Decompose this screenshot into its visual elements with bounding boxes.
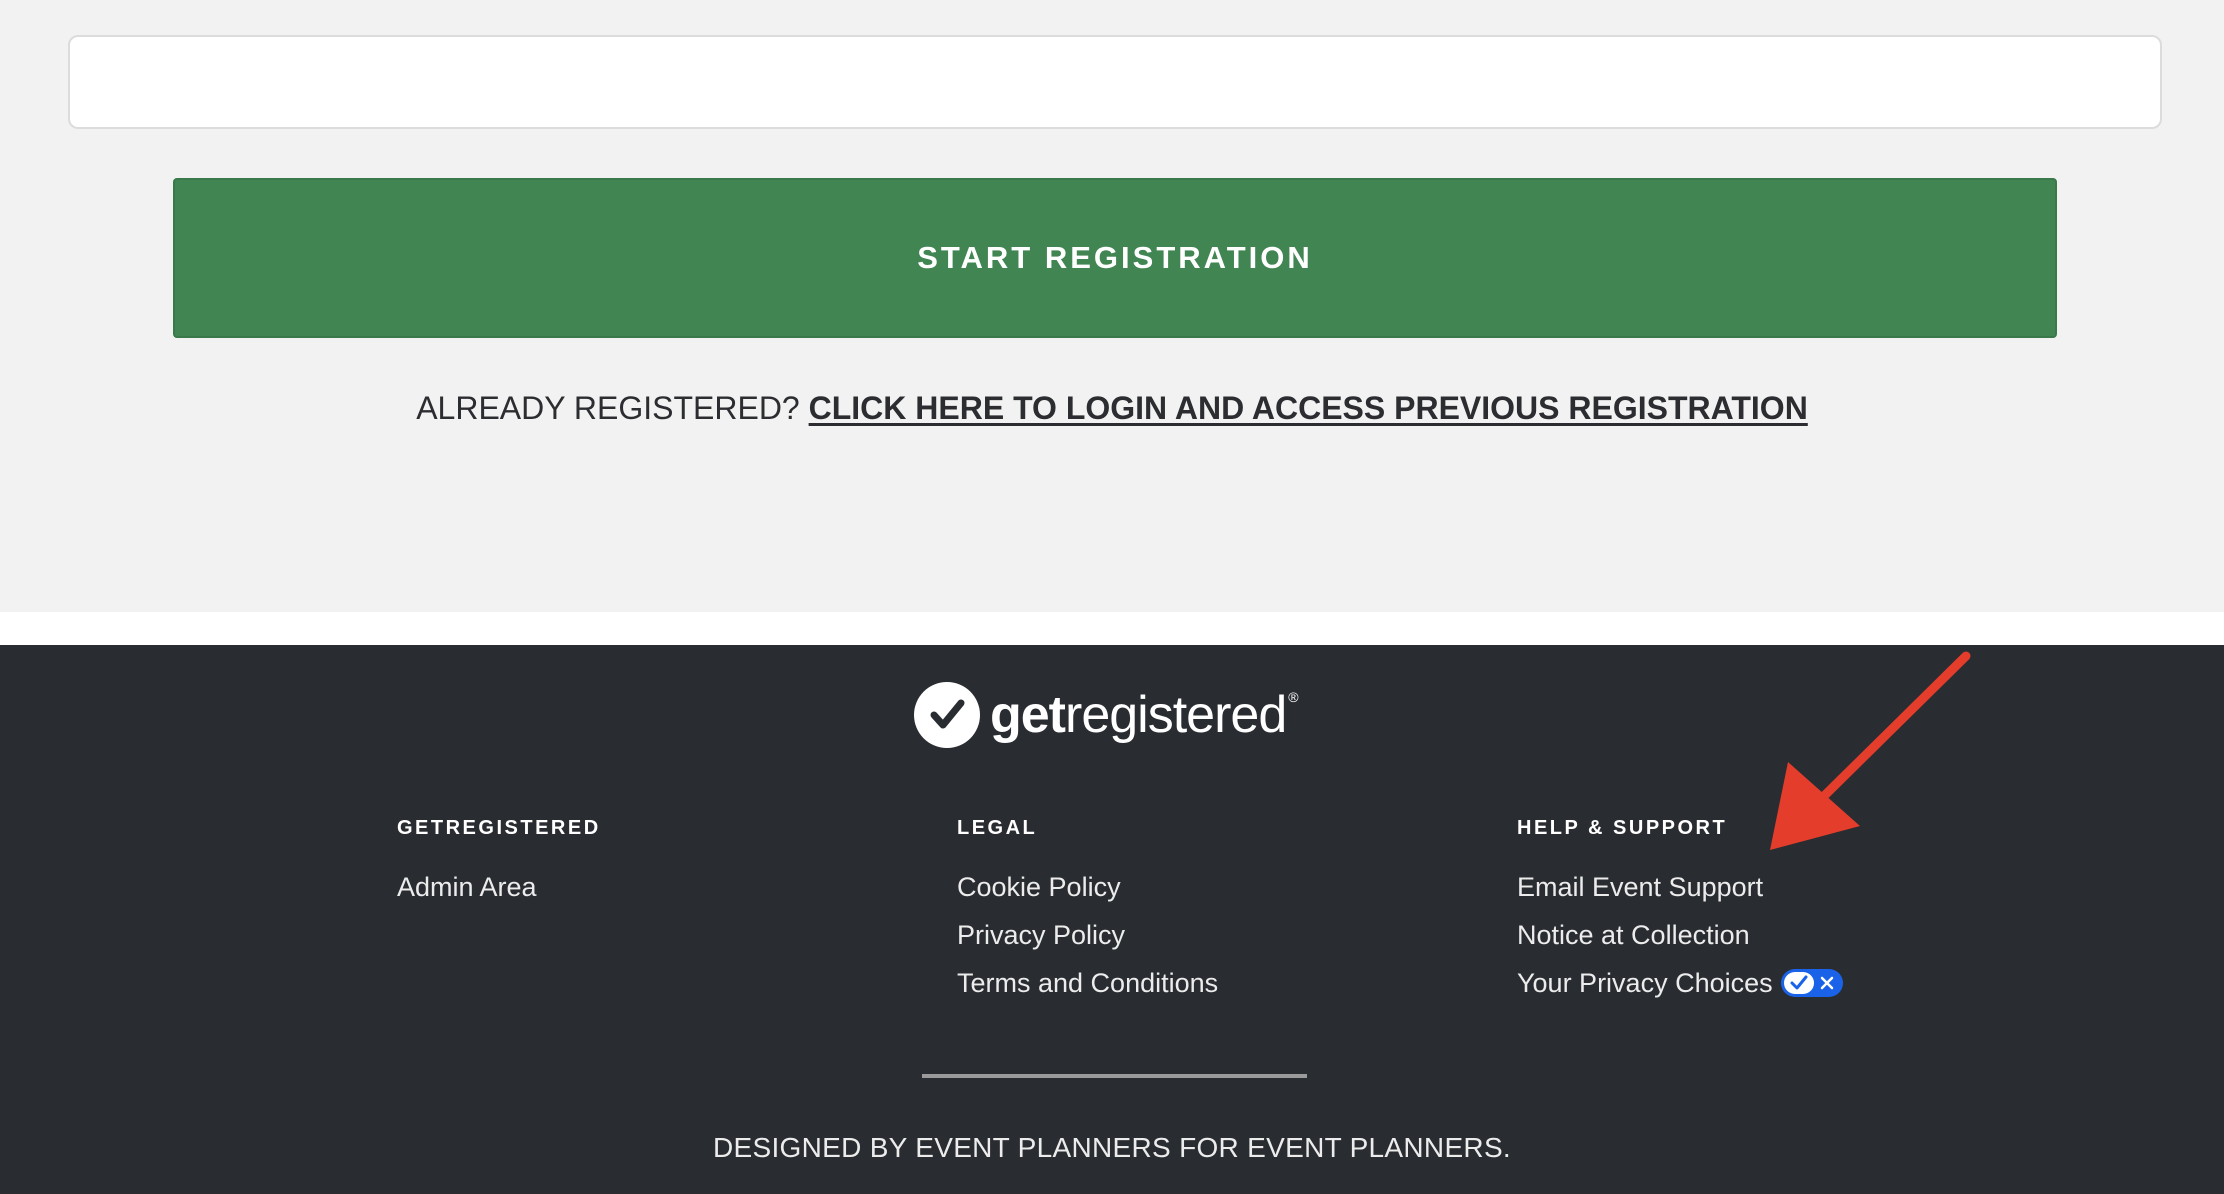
footer-divider xyxy=(922,1074,1307,1078)
already-registered-line: ALREADY REGISTERED? CLICK HERE TO LOGIN … xyxy=(0,390,2224,427)
footer-column-getregistered: GETREGISTERED Admin Area xyxy=(397,817,601,911)
footer-heading-legal: LEGAL xyxy=(957,817,1038,839)
close-icon xyxy=(1814,972,1840,994)
footer-column-legal: LEGAL Cookie Policy Privacy Policy Terms… xyxy=(957,817,1218,1007)
footer-heading-getregistered: GETREGISTERED xyxy=(397,817,601,839)
footer-link-privacy-policy[interactable]: Privacy Policy xyxy=(957,911,1218,959)
check-icon xyxy=(1783,972,1814,994)
getregistered-logo[interactable]: getregistered ® xyxy=(914,675,1299,755)
footer-link-notice-at-collection[interactable]: Notice at Collection xyxy=(1517,911,1843,959)
privacy-choices-label: Your Privacy Choices xyxy=(1517,968,1773,998)
blank-input-field[interactable] xyxy=(68,35,2162,129)
start-registration-button[interactable]: START REGISTRATION xyxy=(173,178,2057,338)
checkmark-logo-icon xyxy=(914,682,980,748)
logo-trademark: ® xyxy=(1288,689,1298,705)
page: START REGISTRATION ALREADY REGISTERED? C… xyxy=(0,0,2224,1194)
logo-bold-part: get xyxy=(990,686,1066,744)
already-registered-text: ALREADY REGISTERED? xyxy=(416,390,809,426)
registration-section: START REGISTRATION ALREADY REGISTERED? C… xyxy=(0,0,2224,612)
footer-link-cookie-policy[interactable]: Cookie Policy xyxy=(957,863,1218,911)
footer-link-admin-area[interactable]: Admin Area xyxy=(397,863,601,911)
footer-link-email-event-support[interactable]: Email Event Support xyxy=(1517,863,1843,911)
red-arrow-icon xyxy=(1770,651,1971,850)
login-previous-registration-link[interactable]: CLICK HERE TO LOGIN AND ACCESS PREVIOUS … xyxy=(809,390,1808,426)
logo-light-part: registered xyxy=(1065,686,1287,744)
footer-link-your-privacy-choices[interactable]: Your Privacy Choices xyxy=(1517,959,1843,1007)
privacy-choices-toggle-icon xyxy=(1780,969,1843,997)
section-divider-strip xyxy=(0,612,2224,645)
footer-link-terms-and-conditions[interactable]: Terms and Conditions xyxy=(957,959,1218,1007)
logo-wordmark: getregistered ® xyxy=(990,685,1299,745)
footer-tagline: DESIGNED BY EVENT PLANNERS FOR EVENT PLA… xyxy=(712,1132,1512,1163)
